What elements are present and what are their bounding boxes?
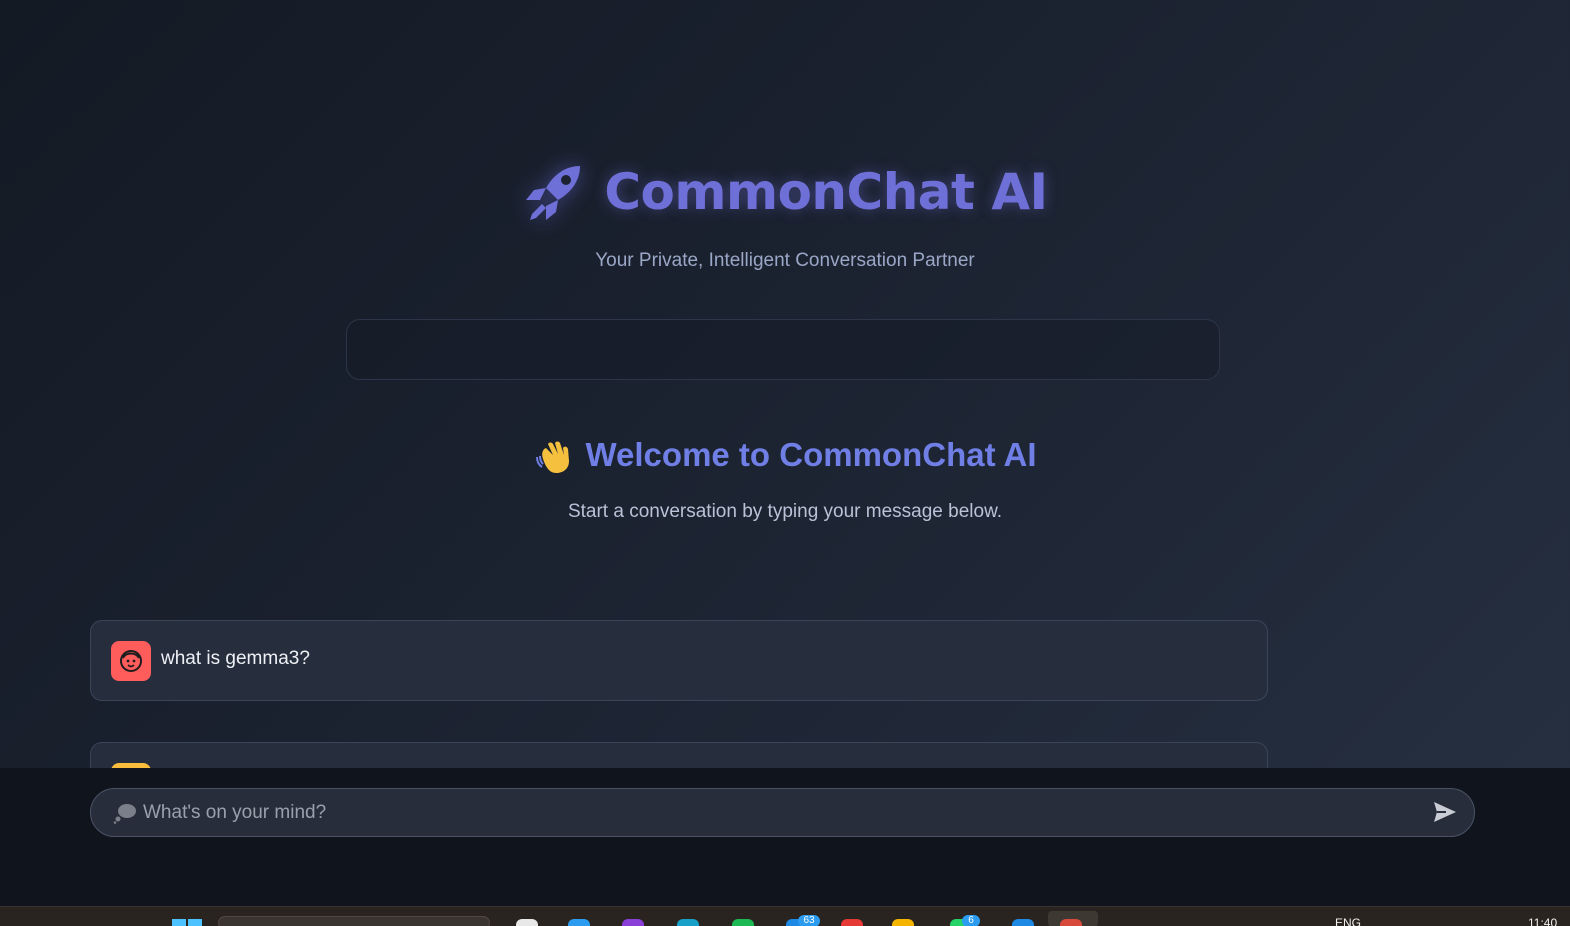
taskbar-app-icon[interactable] (1060, 919, 1082, 926)
app-subtitle: Your Private, Intelligent Conversation P… (595, 250, 975, 271)
empty-status-panel (346, 319, 1220, 380)
message-text: what is gemma3? (161, 648, 310, 669)
taskbar-app-icon[interactable] (677, 919, 699, 926)
chat-input-container (90, 788, 1475, 837)
language-indicator[interactable]: ENG (1335, 916, 1361, 926)
waving-hand-icon (536, 441, 570, 473)
notification-badge: 6 (962, 915, 980, 926)
taskbar-app-icon[interactable] (568, 919, 590, 926)
taskbar-app-icon[interactable] (732, 919, 754, 926)
face-icon (120, 650, 142, 672)
taskbar-app-icon[interactable] (1012, 919, 1034, 926)
chat-message-input[interactable] (143, 789, 1413, 836)
chat-input-bar (0, 768, 1570, 906)
os-taskbar: 63 6 ENG 11:40 (0, 906, 1570, 926)
taskbar-app-icon[interactable] (622, 919, 644, 926)
welcome-title: Welcome to CommonChat AI (585, 436, 1037, 473)
app-header: CommonChat AI (0, 160, 1570, 224)
taskbar-app-icon[interactable] (841, 919, 863, 926)
app-title: CommonChat AI (604, 163, 1048, 221)
user-message: what is gemma3? (90, 620, 1268, 701)
assistant-message (90, 742, 1268, 768)
send-button[interactable] (1430, 799, 1460, 827)
rocket-icon (526, 166, 581, 220)
taskbar-clock[interactable]: 11:40 (1528, 916, 1557, 926)
chat-main-area: CommonChat AI Your Private, Intelligent … (0, 0, 1570, 768)
taskbar-app-icon[interactable] (892, 919, 914, 926)
windows-start-icon[interactable] (172, 919, 202, 926)
welcome-heading: Welcome to CommonChat AI (0, 435, 1570, 475)
send-icon (1434, 801, 1456, 822)
taskbar-search[interactable] (218, 916, 490, 926)
taskbar-app-icon[interactable] (516, 919, 538, 926)
notification-badge: 63 (798, 915, 820, 926)
user-avatar (111, 641, 151, 681)
welcome-subtitle: Start a conversation by typing your mess… (567, 501, 1003, 522)
thought-bubble-icon (113, 804, 136, 824)
